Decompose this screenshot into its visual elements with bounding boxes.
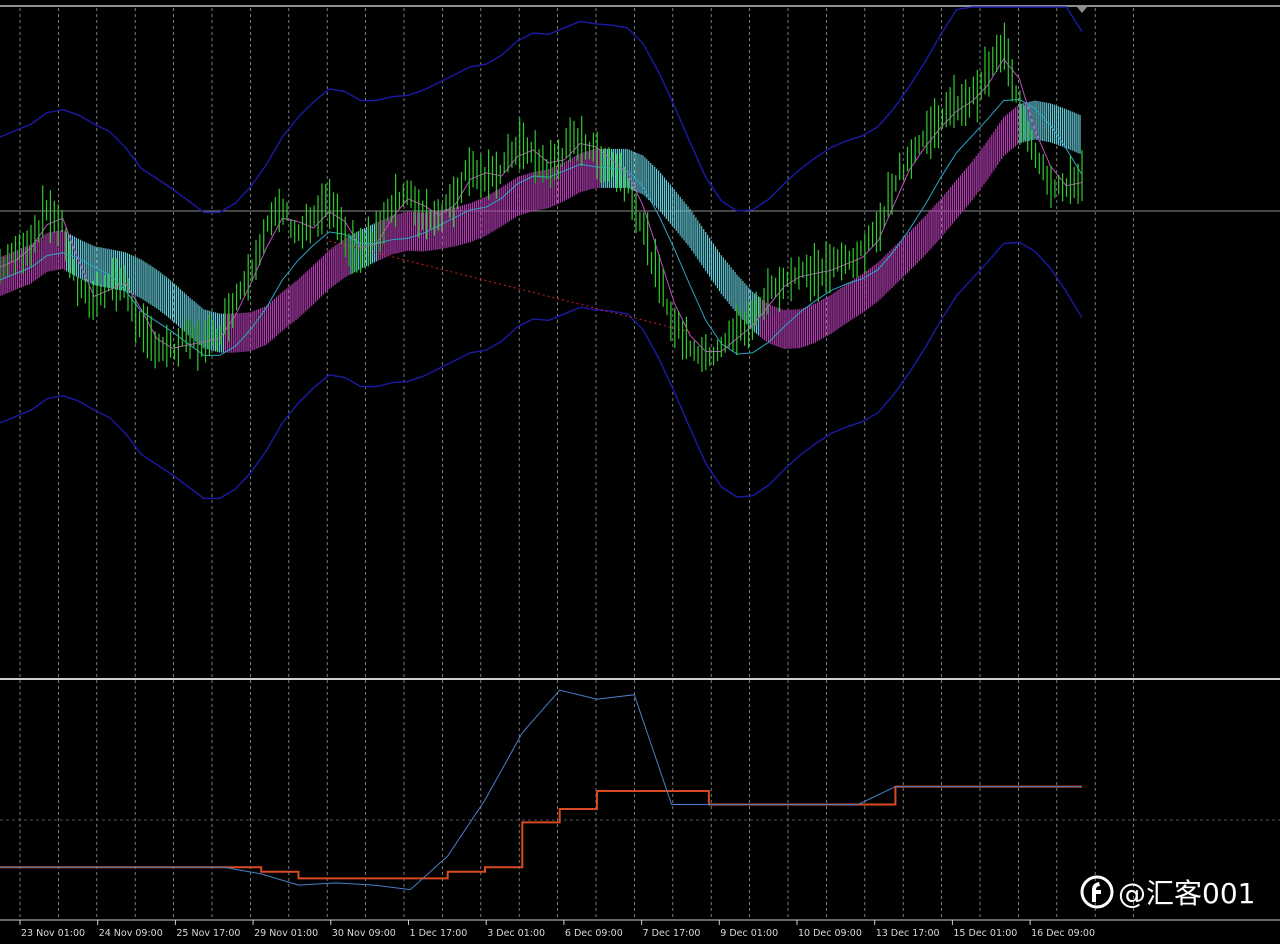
x-tick-label: 15 Dec 01:00	[953, 928, 1017, 939]
x-tick-label: 30 Nov 09:00	[332, 928, 396, 939]
chart-root: 23 Nov 01:00 24 Nov 09:00 25 Nov 17:00 29 N…	[0, 0, 1280, 944]
x-tick-label: 29 Nov 01:00	[254, 928, 318, 939]
x-tick-label: 25 Nov 17:00	[176, 928, 240, 939]
x-tick-label: 16 Dec 09:00	[1031, 928, 1095, 939]
chart-background	[0, 0, 1280, 944]
x-tick-label: 6 Dec 09:00	[565, 928, 623, 939]
x-tick-label: 3 Dec 01:00	[487, 928, 545, 939]
x-tick-label: 24 Nov 09:00	[99, 928, 163, 939]
x-tick-label: 13 Dec 17:00	[876, 928, 940, 939]
toutiao-logo-icon	[1080, 875, 1114, 909]
x-tick-label: 1 Dec 17:00	[410, 928, 468, 939]
watermark-text: @汇客001	[1118, 877, 1256, 910]
x-tick-label: 23 Nov 01:00	[21, 928, 85, 939]
x-tick-label: 10 Dec 09:00	[798, 928, 862, 939]
x-tick-label: 9 Dec 01:00	[720, 928, 778, 939]
watermark: @汇客001	[1080, 872, 1255, 912]
x-tick-label: 7 Dec 17:00	[643, 928, 701, 939]
